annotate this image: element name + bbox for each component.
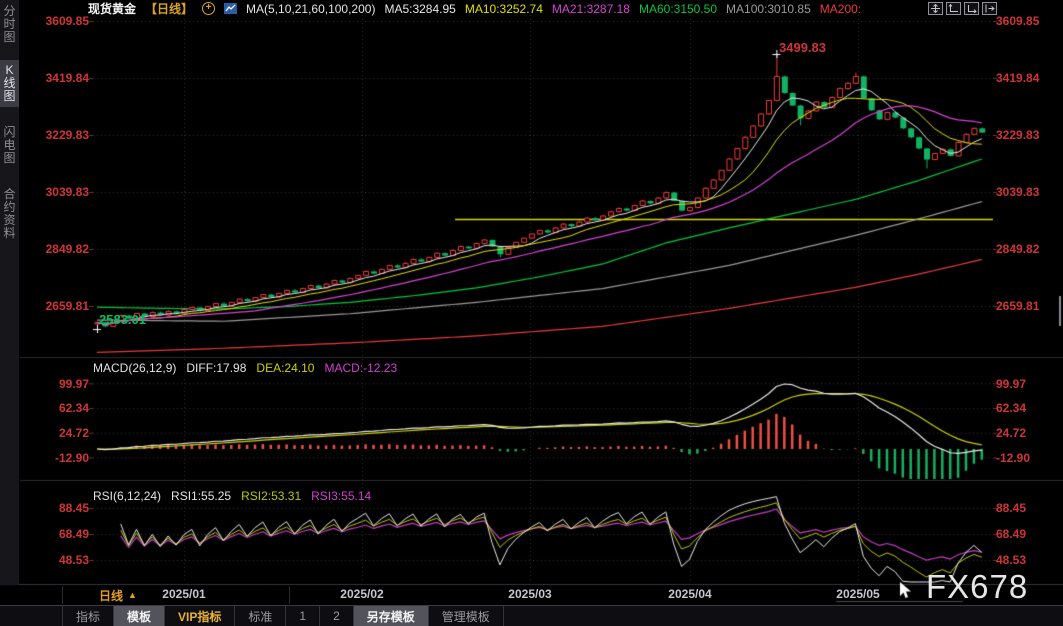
ma21-value: MA21:3287.18: [551, 1, 630, 16]
left-sidebar: 分时图 K线图 闪电图 合约资料: [0, 0, 19, 585]
price-axis-label: 3229.83: [996, 128, 1040, 142]
price-axis-label: 2849.82: [45, 242, 89, 256]
price-chart-canvas[interactable]: [0, 0, 1063, 626]
ma10-value: MA10:3252.74: [464, 1, 543, 16]
rsi-axis-label: 68.49: [996, 527, 1027, 541]
macd-axis-label: 24.72: [996, 426, 1027, 440]
macd-axis-label: 99.97: [996, 377, 1027, 391]
ma-settings-label: MA(5,10,21,60,100,200): [246, 1, 376, 16]
macd-axis-label: -12.90: [54, 451, 89, 465]
instrument-title: 现货黄金: [88, 2, 137, 16]
price-axis-label: 3039.83: [996, 185, 1040, 199]
low-price-annotation: 2583.01: [99, 312, 146, 327]
save-template-button[interactable]: 另存模板: [352, 606, 428, 626]
sidebar-item-lightning-chart[interactable]: 闪电图: [0, 126, 19, 165]
tab-indicators[interactable]: 指标: [62, 606, 113, 626]
ma100-value: MA100:3010.85: [726, 1, 811, 16]
macd-axis-label: -12.90: [996, 451, 1031, 465]
price-axis-label: 3419.84: [45, 71, 89, 85]
period-selector-arrow-icon: ▲: [128, 590, 137, 600]
layout-center-icon[interactable]: [928, 2, 943, 15]
tab-vip-indicators[interactable]: VIP指标: [164, 606, 234, 626]
rsi-axis-label: 88.45: [58, 501, 89, 515]
macd-axis-label: 62.34: [58, 401, 89, 415]
price-axis-label: 2659.81: [996, 299, 1040, 313]
tab-template-2[interactable]: 2: [319, 606, 353, 626]
ma60-value: MA60:3150.50: [638, 1, 718, 16]
price-axis-label: 3229.83: [45, 128, 89, 142]
sidebar-item-time-chart[interactable]: 分时图: [0, 5, 19, 44]
price-axis-label: 3609.85: [996, 14, 1040, 28]
ma5-value: MA5:3284.95: [384, 1, 456, 16]
sidebar-item-kline-chart[interactable]: K线图: [0, 60, 19, 107]
macd-axis-label: 99.97: [58, 377, 89, 391]
month-axis-label: 2025/05: [836, 587, 880, 601]
mini-chart-icon[interactable]: [224, 3, 238, 14]
macd-diff-value: DIFF:17.98: [186, 361, 247, 375]
price-axis-label: 3039.83: [45, 185, 89, 199]
pan-right-icon[interactable]: [982, 2, 997, 15]
macd-settings-label: MACD(26,12,9): [93, 361, 177, 375]
month-axis-label: 2025/02: [340, 587, 384, 601]
price-axis-label: 2849.82: [996, 242, 1040, 256]
period-label: 【日线】: [145, 2, 194, 16]
chart-window: 分时图 K线图 闪电图 合约资料 现货黄金 【日线】 + MA(5,10,21,…: [0, 0, 1063, 626]
month-axis-label: 2025/04: [668, 587, 712, 601]
tab-templates[interactable]: 模板: [113, 606, 165, 626]
add-overlay-icon[interactable]: +: [202, 2, 216, 15]
rsi-axis-label: 68.49: [58, 527, 89, 541]
rsi-settings-label: RSI(6,12,24): [93, 489, 162, 503]
ma200-value: MA200:: [819, 1, 862, 16]
tab-standard[interactable]: 标准: [234, 606, 285, 626]
zoom-vertical-axis-icon[interactable]: [946, 2, 961, 15]
rsi-axis-label: 48.53: [58, 553, 89, 567]
period-selector-label: 日线: [99, 588, 124, 603]
fx678-watermark: FX678: [926, 568, 1029, 605]
rsi-axis-label: 48.53: [996, 553, 1027, 567]
bottom-toolbar: 指标 模板 VIP指标 标准 1 2 另存模板 管理模板: [0, 605, 1063, 626]
macd-axis-label: 24.72: [58, 426, 89, 440]
month-axis-label: 2025/01: [162, 587, 206, 601]
zoom-horizontal-axis-icon[interactable]: [964, 2, 979, 15]
sidebar-item-contract-info[interactable]: 合约资料: [0, 188, 19, 240]
manage-template-button[interactable]: 管理模板: [427, 606, 504, 626]
macd-dea-value: DEA:24.10: [256, 361, 315, 375]
macd-hist-value: MACD:-12.23: [324, 361, 398, 375]
rsi3-value: RSI3:55.14: [311, 489, 372, 503]
price-axis-label: 3419.84: [996, 71, 1040, 85]
rsi2-value: RSI2:53.31: [241, 489, 302, 503]
high-price-annotation: 3499.83: [779, 40, 826, 55]
tab-template-1[interactable]: 1: [285, 606, 319, 626]
price-axis-label: 2659.81: [45, 299, 89, 313]
month-axis-label: 2025/03: [508, 587, 552, 601]
rsi1-value: RSI1:55.25: [171, 489, 232, 503]
rsi-label-row: RSI(6,12,24) RSI1:55.25 RSI2:53.31 RSI3:…: [93, 489, 371, 503]
macd-label-row: MACD(26,12,9) DIFF:17.98 DEA:24.10 MACD:…: [93, 361, 397, 375]
chart-header: 现货黄金 【日线】 + MA(5,10,21,60,100,200) MA5:3…: [88, 1, 862, 17]
rsi-axis-label: 88.45: [996, 501, 1027, 515]
macd-axis-label: 62.34: [996, 401, 1027, 415]
chart-window-controls: [928, 2, 997, 15]
price-axis-label: 3609.85: [45, 14, 89, 28]
